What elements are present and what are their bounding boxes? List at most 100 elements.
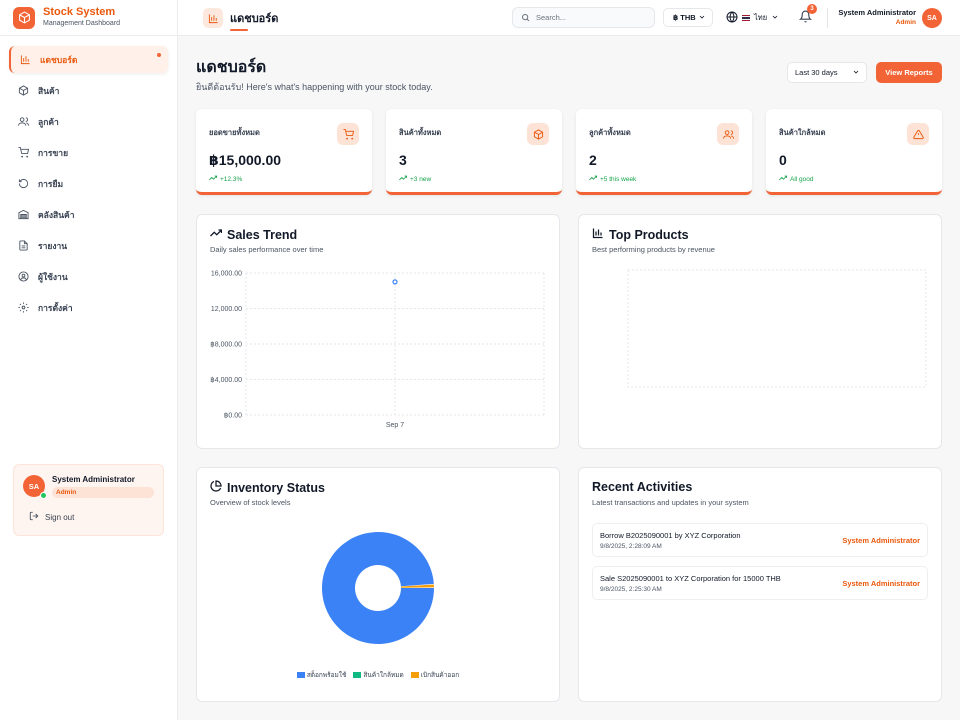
stat-card-total-customers[interactable]: ลูกค้าทั้งหมด 2 +5 this week	[576, 109, 752, 195]
sales-trend-card: Sales Trend Daily sales performance over…	[196, 214, 560, 449]
recent-activities-subtitle: Latest transactions and updates in your …	[592, 498, 749, 507]
inventory-subtitle: Overview of stock levels	[210, 498, 291, 507]
stat-trend-text: +3 new	[410, 175, 432, 183]
warehouse-icon	[17, 209, 29, 221]
notification-count-badge: 3	[807, 4, 817, 14]
sidebar-nav: แดชบอร์ด สินค้า ลูกค้า การขาย การยืม คลั…	[0, 36, 177, 321]
legend-item[interactable]: สินค้าใกล้หมด	[353, 670, 404, 680]
box-icon	[17, 85, 29, 97]
language-select[interactable]: ไทย	[726, 8, 779, 27]
x-tick-label: Sep 7	[386, 422, 404, 429]
rotate-icon	[17, 178, 29, 190]
sidebar-item-label: การยืม	[38, 178, 64, 189]
data-point[interactable]	[392, 279, 398, 285]
stat-card-low-stock[interactable]: สินค้าใกล้หมด 0 All good	[766, 109, 942, 195]
sidebar-item-borrow[interactable]: การยืม	[9, 170, 168, 197]
box-icon	[527, 123, 549, 145]
chevron-down-icon	[698, 13, 706, 23]
bar-chart-icon	[19, 54, 31, 66]
card-title: Sales Trend	[210, 227, 297, 242]
currency-select[interactable]: ฿ THB	[663, 8, 713, 27]
topbar: แดชบอร์ด ฿ THB ไทย 3 System Administrato…	[178, 0, 960, 36]
sidebar-item-sales[interactable]: การขาย	[9, 139, 168, 166]
stat-trend-text: +12.3%	[220, 175, 243, 183]
legend-label: สต็อกพร้อมใช้	[306, 672, 347, 679]
sidebar-item-label: รายงาน	[38, 240, 68, 251]
avatar[interactable]: SA	[23, 475, 47, 499]
sales-trend-chart: ฿0.00 ฿4,000.00 ฿8,000.00 12,000.00 16,000.0…	[210, 271, 545, 429]
topbar-user-role: Admin	[895, 19, 916, 26]
top-products-card: Top Products Best performing products by…	[578, 214, 942, 449]
avatar[interactable]: SA	[922, 8, 942, 28]
search-box[interactable]	[512, 7, 655, 28]
sidebar-item-warehouse[interactable]: คลังสินค้า	[9, 201, 168, 228]
y-tick-label: 16,000.00	[211, 271, 242, 278]
sidebar-item-label: ผู้ใช้งาน	[38, 271, 68, 282]
stat-value: ฿15,000.00	[209, 152, 282, 168]
card-title: Top Products	[592, 227, 689, 242]
recent-activities-title: Recent Activities	[592, 480, 693, 494]
activity-user: System Administrator	[842, 536, 920, 545]
currency-value: ฿ THB	[673, 13, 696, 22]
profile-name: System Administrator	[52, 475, 135, 484]
chevron-down-icon	[852, 68, 860, 78]
legend-swatch	[296, 672, 305, 678]
sidebar-item-label: ลูกค้า	[38, 116, 59, 127]
sidebar-profile-card: SA System Administrator Admin Sign out	[13, 464, 164, 536]
recent-activities-card: Recent Activities Latest transactions an…	[578, 467, 942, 702]
box-logo-icon	[13, 6, 35, 29]
date-range-value: Last 30 days	[795, 68, 838, 77]
date-range-select[interactable]: Last 30 days	[787, 62, 867, 83]
stat-trend: All good	[779, 174, 814, 184]
legend-item[interactable]: เบิกสินค้าออก	[410, 670, 460, 680]
y-tick-label: ฿0.00	[224, 412, 242, 420]
brand-title: Stock System	[43, 6, 116, 18]
card-title: Inventory Status	[210, 480, 325, 495]
sign-out-button[interactable]: Sign out	[29, 511, 154, 523]
sidebar: Stock System Management Dashboard แดชบอร…	[0, 0, 178, 720]
y-tick-label: 12,000.00	[211, 306, 242, 313]
sidebar-item-products[interactable]: สินค้า	[9, 77, 168, 104]
stat-value: 0	[779, 152, 787, 168]
sidebar-item-users[interactable]: ผู้ใช้งาน	[9, 263, 168, 290]
stat-card-total-sales[interactable]: ยอดขายทั้งหมด ฿15,000.00 +12.3%	[196, 109, 372, 195]
sidebar-item-label: แดชบอร์ด	[40, 54, 78, 65]
activity-item[interactable]: Sale S2025090001 to XYZ Corporation for …	[592, 566, 928, 600]
sidebar-item-label: การขาย	[38, 147, 69, 158]
sidebar-item-customers[interactable]: ลูกค้า	[9, 108, 168, 135]
stat-trend: +12.3%	[209, 174, 242, 184]
bar-chart-icon	[203, 8, 223, 28]
activity-item[interactable]: Borrow B2025090001 by XYZ Corporation 9/…	[592, 523, 928, 557]
sidebar-item-label: สินค้า	[38, 85, 60, 96]
warning-icon	[907, 123, 929, 145]
language-value: ไทย	[754, 12, 768, 22]
stat-card-total-products[interactable]: สินค้าทั้งหมด 3 +3 new	[386, 109, 562, 195]
sidebar-item-settings[interactable]: การตั้งค่า	[9, 294, 168, 321]
stat-trend-text: All good	[790, 175, 814, 183]
legend-item[interactable]: สต็อกพร้อมใช้	[296, 670, 347, 680]
users-icon	[17, 116, 29, 128]
sidebar-item-label: คลังสินค้า	[38, 209, 75, 220]
brand[interactable]: Stock System Management Dashboard	[0, 0, 177, 36]
trending-up-icon	[779, 174, 788, 184]
search-input[interactable]	[536, 13, 636, 22]
legend-swatch	[410, 672, 419, 678]
inventory-legend: สต็อกพร้อมใช้ สินค้าใกล้หมด เบิกสินค้าออ…	[197, 670, 559, 680]
topbar-user[interactable]: System Administrator Admin	[836, 8, 916, 26]
sidebar-item-label: การตั้งค่า	[38, 302, 73, 313]
online-status-dot	[40, 492, 47, 499]
topbar-title-group: แดชบอร์ด	[203, 8, 278, 31]
notifications-button[interactable]: 3	[798, 4, 817, 26]
view-reports-button[interactable]: View Reports	[876, 62, 942, 83]
top-products-subtitle: Best performing products by revenue	[592, 245, 715, 254]
legend-label: เบิกสินค้าออก	[420, 672, 460, 679]
sidebar-item-reports[interactable]: รายงาน	[9, 232, 168, 259]
trending-up-icon	[399, 174, 408, 184]
inventory-status-card: Inventory Status Overview of stock level…	[196, 467, 560, 702]
pie-slice[interactable]	[321, 532, 434, 644]
pie-chart-icon	[210, 480, 222, 495]
page-subtitle: ยินดีต้อนรับ! Here's what's happening wi…	[196, 82, 433, 92]
top-products-chart	[627, 269, 927, 388]
sidebar-item-dashboard[interactable]: แดชบอร์ด	[9, 46, 168, 73]
bar-chart-icon	[592, 227, 604, 242]
